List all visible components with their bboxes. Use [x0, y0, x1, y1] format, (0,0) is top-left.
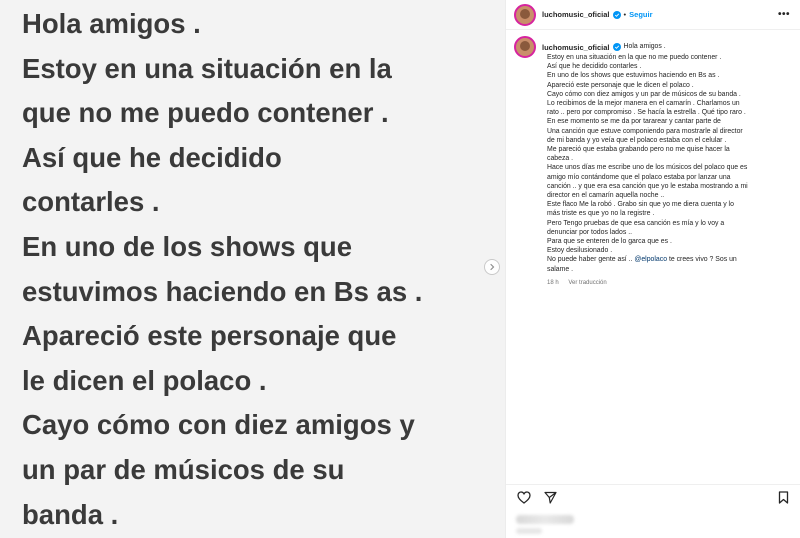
caption-line: director en el camarín aquella noche .. — [547, 192, 665, 200]
image-text-line: Estoy en una situación en la — [22, 52, 392, 84]
paper-plane-icon — [543, 491, 557, 504]
caption-line: Una canción que estuve componiendo para … — [547, 127, 743, 135]
caption-text: te crees vivo ? Sos un — [667, 256, 737, 264]
image-text-line: banda . — [22, 498, 119, 530]
translate-link[interactable]: Ver traducción — [568, 280, 606, 286]
caption-first-line: Hola amigos . — [623, 43, 666, 51]
mention-link[interactable]: @elpolaco — [634, 256, 667, 263]
action-bar — [506, 484, 800, 510]
more-options-icon[interactable]: ••• — [778, 9, 790, 20]
caption-line: Estoy desilusionado . — [547, 247, 613, 255]
image-text-line: que no me puedo contener . — [22, 97, 389, 129]
caption-tail: No puede haber gente así .. @elpolaco te… — [547, 255, 793, 273]
caption-line: Pero Tengo pruebas de que esa canción es… — [547, 219, 725, 227]
caption-line: No puede haber gente así .. @elpolaco te… — [547, 255, 793, 264]
save-button[interactable] — [775, 490, 791, 506]
caption-line: más triste es que yo no la registre . — [547, 210, 655, 218]
bookmark-icon — [778, 491, 788, 504]
share-button[interactable] — [542, 490, 558, 506]
caption-line: Estoy en una situación en la que no me p… — [547, 54, 722, 61]
post-date-blurred — [516, 528, 542, 534]
username-link[interactable]: luchomusic_oficial — [542, 10, 610, 19]
image-text-line: estuvimos haciendo en Bs as . — [22, 275, 423, 307]
post-image-text: Hola amigos . Estoy en una situación en l… — [22, 2, 492, 537]
caption-line: rato .. pero por compromiso . Se hacía l… — [547, 109, 746, 117]
caption-line: amigo mío contándome que el polaco estab… — [547, 173, 731, 181]
avatar[interactable] — [514, 3, 536, 26]
caption-meta: 18 h Ver traducción — [547, 280, 793, 286]
image-text-line: le dicen el polaco . — [22, 364, 267, 396]
caption-text: No puede haber gente así .. — [547, 256, 635, 264]
like-button[interactable] — [516, 490, 532, 506]
image-text-line: Así que he decidido — [22, 141, 282, 173]
caption-line: Este flaco Me la robó . Grabo sin que yo… — [547, 201, 734, 209]
chevron-right-icon — [490, 263, 495, 271]
post-image: Hola amigos . Estoy en una situación en l… — [0, 0, 505, 538]
image-text-line: Hola amigos . — [22, 8, 201, 39]
caption-line: Hace unos días me escribe uno de los mús… — [547, 164, 748, 172]
caption-line: Cayo cómo con diez amigos y un par de mú… — [547, 90, 741, 98]
post-header: luchomusic_oficial • Seguir ••• — [506, 0, 800, 30]
avatar[interactable] — [514, 36, 536, 58]
caption-line: Así que he decidido contarles . — [547, 63, 642, 71]
image-text-line: Apareció este personaje que — [22, 320, 397, 352]
caption-line: salame . — [547, 265, 574, 273]
image-text-line: Cayo cómo con diez amigos y — [22, 409, 415, 441]
image-text-line: contarles . — [22, 186, 160, 218]
caption: luchomusic_oficial Hola amigos . Estoy e… — [506, 36, 800, 286]
separator-dot: • — [623, 10, 627, 19]
caption-line: Lo recibimos de la mejor manera en el ca… — [547, 100, 740, 108]
caption-line: Para que se enteren de lo garca que es . — [547, 238, 672, 246]
carousel-next-button[interactable] — [484, 259, 500, 275]
caption-line: Apareció este personaje que le dicen el … — [547, 81, 694, 89]
caption-line: de mi banda y yo veía que el polaco esta… — [547, 136, 727, 144]
caption-username-link[interactable]: luchomusic_oficial — [542, 43, 610, 52]
caption-line: En ese momento se me da por tararear y c… — [547, 118, 721, 126]
caption-line: denunciar por todos lados .. — [547, 228, 633, 236]
caption-line: cabeza . — [547, 155, 574, 163]
timestamp[interactable]: 18 h — [547, 280, 559, 286]
follow-button[interactable]: Seguir — [629, 10, 652, 19]
likes-count-blurred — [516, 515, 574, 524]
verified-badge-icon — [612, 43, 621, 51]
verified-badge-icon — [612, 10, 621, 19]
image-text-line: un par de músicos de su — [22, 453, 345, 485]
caption-line: Me pareció que estaba grabando pero no m… — [547, 146, 730, 154]
heart-icon — [517, 491, 531, 504]
post-sidebar: luchomusic_oficial • Seguir ••• luchomus… — [505, 0, 800, 538]
caption-body: Estoy en una situación en la que no me p… — [547, 53, 793, 255]
caption-line: En uno de los shows que estuvimos hacien… — [547, 72, 720, 80]
caption-line: canción .. y que era esa canción que yo … — [547, 182, 748, 190]
image-text-line: En uno de los shows que — [22, 230, 353, 262]
